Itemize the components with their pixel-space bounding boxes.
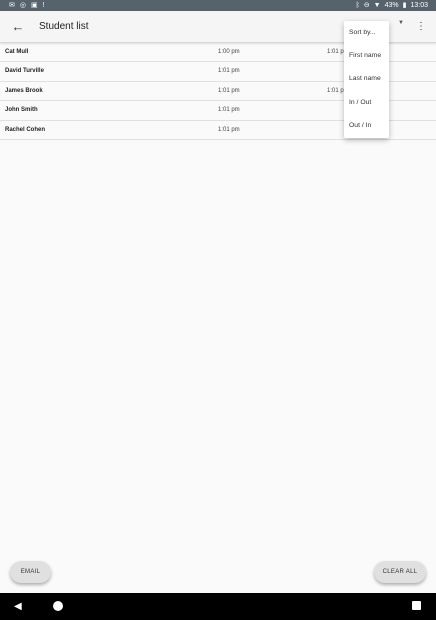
student-time-out: 1:01 p xyxy=(327,87,344,94)
arrow-back-icon: ← xyxy=(11,19,25,34)
student-time-in: 1:01 pm xyxy=(218,87,240,94)
menu-item-in-out[interactable]: In / Out xyxy=(344,91,389,114)
status-time: 13:03 xyxy=(410,2,428,9)
page-title: Student list xyxy=(39,21,89,32)
sim-icon: ▣ xyxy=(30,2,38,9)
do-not-disturb-icon: ⊖ xyxy=(363,2,370,9)
back-button[interactable]: ← xyxy=(9,17,27,37)
battery-percent: 43% xyxy=(384,2,399,9)
status-icons-right: ᛒ ⊖ ▼ 43% ▮ 13:03 xyxy=(356,0,428,11)
student-name: James Brook xyxy=(5,87,43,94)
wifi-icon: ▼ xyxy=(373,2,381,9)
more-vert-icon: ⋮ xyxy=(416,21,426,32)
student-name: John Smith xyxy=(5,107,38,114)
sort-menu: Sort by... First name Last name In / Out… xyxy=(344,21,389,138)
student-name: Cat Mull xyxy=(5,49,29,55)
student-time-in: 1:01 pm xyxy=(218,126,240,133)
clear-all-button[interactable]: CLEAR ALL xyxy=(374,561,426,583)
recents-square-icon[interactable] xyxy=(412,601,421,610)
bluetooth-icon: ᛒ xyxy=(355,2,360,9)
status-bar: ✉ ◎ ▣ ! ᛒ ⊖ ▼ 43% ▮ 13:03 xyxy=(0,0,436,11)
student-name: Rachel Cohen xyxy=(5,126,46,133)
alert-icon: ! xyxy=(42,2,45,9)
menu-item-sort-by[interactable]: Sort by... xyxy=(344,21,389,44)
student-name: David Turville xyxy=(5,68,44,75)
system-nav-bar: ◀ xyxy=(0,593,436,620)
menu-item-out-in[interactable]: Out / In xyxy=(344,114,389,137)
overflow-menu-button[interactable]: ⋮ xyxy=(414,17,428,37)
email-button[interactable]: EMAIL xyxy=(10,561,51,583)
home-circle-icon[interactable] xyxy=(53,601,63,611)
status-icons-left: ✉ ◎ ▣ ! xyxy=(9,0,45,11)
back-triangle-icon[interactable]: ◀ xyxy=(14,600,22,613)
menu-item-first-name[interactable]: First name xyxy=(344,44,389,67)
dropdown-arrow-icon[interactable]: ▼ xyxy=(398,20,404,26)
student-time-in: 1:00 pm xyxy=(218,49,240,55)
student-time-in: 1:01 pm xyxy=(218,68,240,75)
sync-icon: ◎ xyxy=(19,2,26,9)
student-time-in: 1:01 pm xyxy=(218,107,240,114)
menu-item-last-name[interactable]: Last name xyxy=(344,67,389,90)
mail-icon: ✉ xyxy=(9,2,15,9)
student-time-out: 1:01 p xyxy=(327,49,344,55)
battery-icon: ▮ xyxy=(402,2,407,9)
